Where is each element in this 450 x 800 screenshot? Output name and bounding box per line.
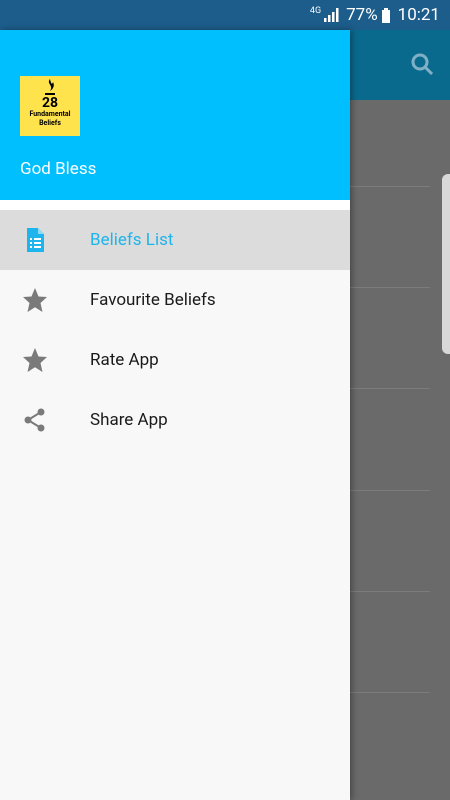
menu-item-rate-app[interactable]: Rate App bbox=[0, 330, 350, 390]
menu-item-share-app[interactable]: Share App bbox=[0, 390, 350, 450]
star-icon bbox=[23, 348, 47, 372]
background-card bbox=[442, 174, 450, 354]
network-type: 4G bbox=[309, 6, 322, 16]
search-icon bbox=[411, 53, 434, 76]
battery-percent: 77% bbox=[346, 5, 378, 25]
list-divider bbox=[350, 287, 430, 288]
list-divider bbox=[350, 388, 430, 389]
menu-item-label: Share App bbox=[90, 410, 168, 430]
header-divider bbox=[0, 200, 350, 210]
menu-item-label: Rate App bbox=[90, 350, 159, 370]
drawer-header: 28 Fundamental Beliefs God Bless bbox=[0, 30, 350, 200]
signal-icon bbox=[324, 8, 339, 22]
list-divider bbox=[350, 591, 430, 592]
flame-icon bbox=[45, 79, 55, 95]
list-divider bbox=[350, 692, 430, 693]
logo-line-2: Beliefs bbox=[39, 119, 61, 127]
logo-line-1: Fundamental bbox=[29, 110, 71, 118]
header-subtitle: God Bless bbox=[20, 159, 97, 179]
menu-item-beliefs-list[interactable]: Beliefs List bbox=[0, 210, 350, 270]
menu-item-label: Favourite Beliefs bbox=[90, 290, 216, 310]
logo-number: 28 bbox=[41, 95, 59, 111]
app-logo: 28 Fundamental Beliefs bbox=[20, 76, 80, 136]
status-bar: 4G 77% 10:21 bbox=[0, 0, 450, 30]
list-divider bbox=[350, 186, 430, 187]
list-divider bbox=[350, 490, 430, 491]
clock: 10:21 bbox=[397, 5, 440, 25]
list-document-icon bbox=[27, 228, 44, 252]
battery-icon bbox=[381, 7, 390, 23]
star-icon bbox=[23, 288, 47, 312]
share-icon bbox=[24, 408, 45, 432]
navigation-drawer: 28 Fundamental Beliefs God Bless Beliefs… bbox=[0, 30, 350, 800]
menu-item-favourite-beliefs[interactable]: Favourite Beliefs bbox=[0, 270, 350, 330]
menu-item-label: Beliefs List bbox=[90, 230, 174, 250]
drawer-menu: Beliefs List Favourite Beliefs Rate App … bbox=[0, 210, 350, 450]
